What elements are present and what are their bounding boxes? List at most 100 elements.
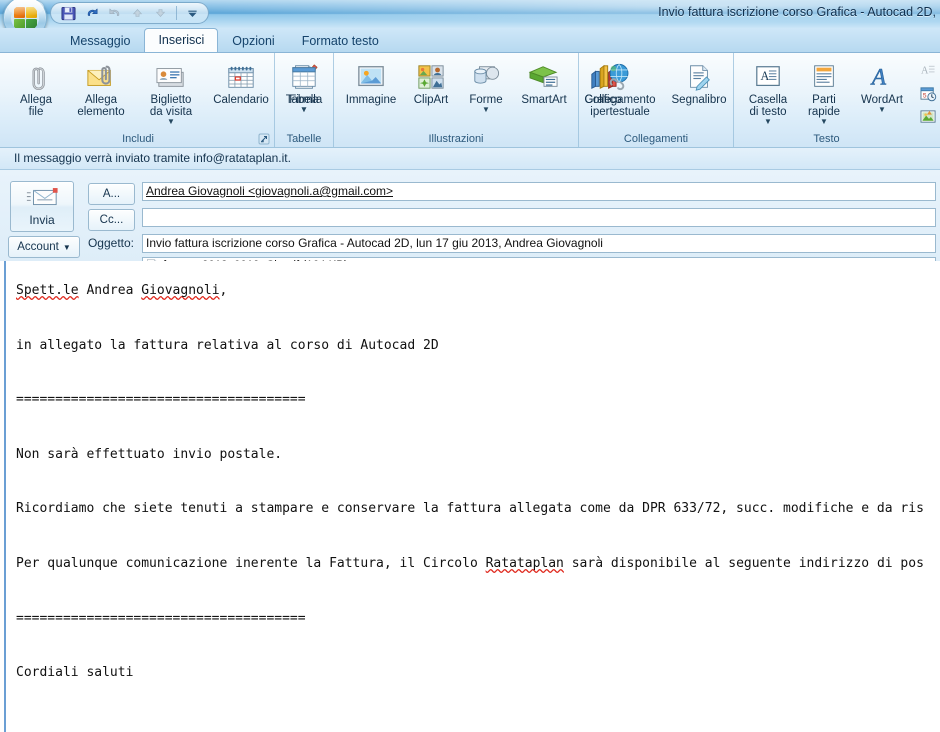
customize-qat-chevron-down-icon[interactable]: [183, 4, 202, 22]
window-title: Invio fattura iscrizione corso Grafica -…: [658, 5, 936, 19]
send-envelope-icon: [25, 187, 59, 211]
next-item-icon[interactable]: [151, 4, 170, 22]
button-allega-elemento[interactable]: Allega elemento: [65, 58, 137, 119]
button-tabella[interactable]: Tabella ▼: [275, 58, 333, 115]
tab-opzioni[interactable]: Opzioni: [219, 31, 287, 52]
undo-icon[interactable]: [82, 4, 101, 22]
to-input[interactable]: Andrea Giovagnoli <giovagnoli.a@gmail.co…: [142, 182, 936, 201]
account-button-label: Account: [17, 241, 59, 253]
chevron-down-icon[interactable]: ▼: [300, 106, 308, 114]
tab-messaggio[interactable]: Messaggio: [57, 31, 143, 52]
group-label-collegamenti: Collegamenti: [623, 133, 689, 145]
button-calendario[interactable]: Calendario: [205, 58, 277, 107]
testo-small-buttons: A Capolettera 5: [913, 58, 940, 128]
misspelled-word: Giovagnoli: [141, 283, 220, 298]
button-label: ClipArt: [413, 94, 449, 106]
object-insert-icon: [919, 108, 937, 125]
smartart-icon: [528, 61, 560, 93]
button-clipart[interactable]: ClipArt: [403, 58, 459, 107]
cc-input[interactable]: [142, 208, 936, 227]
ribbon-group-includi: Allega file Allega elemento Biglietto da…: [2, 53, 319, 147]
globe-link-icon: [605, 61, 635, 93]
button-label: Parti rapide: [808, 94, 840, 118]
chevron-down-icon[interactable]: ▼: [820, 118, 828, 126]
subject-input[interactable]: Invio fattura iscrizione corso Grafica -…: [142, 234, 936, 253]
button-oggetto[interactable]: Oggetto: [913, 105, 940, 128]
redo-icon[interactable]: [105, 4, 124, 22]
button-casella-di-testo[interactable]: A Casella di testo ▼: [739, 58, 797, 127]
button-segnalibro[interactable]: Segnalibro: [663, 58, 735, 107]
envelope-paperclip-icon: [85, 61, 117, 93]
button-smartart[interactable]: SmartArt: [513, 58, 575, 107]
ribbon-group-tabelle: Tabella ▼ Tabelle: [274, 53, 333, 147]
group-label-includi: Includi: [4, 131, 272, 147]
title-bar: Invio fattura iscrizione corso Grafica -…: [0, 0, 940, 28]
chevron-down-icon[interactable]: ▼: [482, 106, 490, 114]
body-line: in allegato la fattura relativa al corso…: [16, 337, 439, 353]
button-label: Biglietto da visita: [149, 94, 193, 118]
outlook-compose-window: Invio fattura iscrizione corso Grafica -…: [0, 0, 940, 732]
wordart-icon: A: [868, 61, 896, 93]
ribbon-group-illustrazioni: Immagine ClipArt Forme ▼ SmartArt Grafic…: [333, 53, 622, 147]
button-immagine[interactable]: Immagine: [339, 58, 403, 107]
dialog-launcher-includi[interactable]: [257, 132, 270, 145]
button-label: Allega file: [20, 94, 52, 118]
bookmark-page-icon: [684, 61, 714, 93]
clipart-icon: [417, 61, 445, 93]
body-accent-bar: [4, 261, 6, 732]
send-button-label: Invia: [29, 212, 55, 227]
body-line: Cordiali saluti: [16, 665, 134, 681]
svg-text:A: A: [921, 65, 929, 76]
group-label-testo: Testo: [813, 133, 840, 145]
group-label-illustrazioni: Illustrazioni: [428, 133, 484, 145]
to-value: Andrea Giovagnoli <giovagnoli.a@gmail.co…: [146, 184, 393, 198]
body-text[interactable]: Spett.le Andrea Giovagnoli, in allegato …: [16, 277, 940, 686]
chevron-down-icon[interactable]: ▼: [167, 118, 175, 126]
button-label: SmartArt: [521, 94, 567, 106]
business-card-icon: [155, 61, 187, 93]
tab-inserisci[interactable]: Inserisci: [144, 28, 219, 52]
chevron-down-icon[interactable]: ▼: [764, 118, 772, 126]
svg-text:A: A: [761, 69, 770, 83]
account-info-bar: Il messaggio verrà inviato tramite info@…: [0, 148, 940, 170]
svg-text:5: 5: [922, 92, 926, 99]
table-grid-icon: [290, 61, 318, 93]
button-collegamento-ipertestuale[interactable]: Collegamento ipertestuale: [577, 58, 663, 119]
svg-text:A: A: [870, 64, 887, 90]
calendar-icon: [226, 61, 256, 93]
button-allega-file[interactable]: Allega file: [7, 58, 65, 119]
paperclip-icon: [21, 61, 51, 93]
button-label: Casella di testo: [748, 94, 788, 118]
message-body[interactable]: Spett.le Andrea Giovagnoli, in allegato …: [0, 261, 940, 732]
previous-item-icon[interactable]: [128, 4, 147, 22]
button-forme[interactable]: Forme ▼: [459, 58, 513, 115]
button-label: Collegamento ipertestuale: [584, 94, 656, 118]
button-capolettera[interactable]: A Capolettera: [913, 59, 940, 82]
body-line: Non sarà effettuato invio postale.: [16, 446, 283, 462]
save-icon[interactable]: [59, 4, 78, 22]
office-button[interactable]: [3, 0, 47, 28]
text-box-icon: A: [754, 61, 782, 93]
date-time-icon: 5: [919, 85, 937, 102]
button-biglietto-da-visita[interactable]: Biglietto da visita ▼: [137, 58, 205, 127]
ribbon-tab-strip: Messaggio Inserisci Opzioni Formato test…: [0, 28, 940, 53]
button-parti-rapide[interactable]: Parti rapide ▼: [797, 58, 851, 127]
tab-formato-testo[interactable]: Formato testo: [289, 31, 392, 52]
button-data-e-ora[interactable]: 5 Data e ora: [913, 82, 940, 105]
group-label-tabelle: Tabelle: [286, 133, 322, 145]
cc-button[interactable]: Cc...: [88, 209, 135, 231]
to-button[interactable]: A...: [88, 183, 135, 205]
button-label: Segnalibro: [671, 94, 727, 106]
button-wordart[interactable]: A WordArt ▼: [851, 58, 913, 115]
chevron-down-icon: ▼: [62, 242, 71, 252]
body-line: =====================================: [16, 610, 306, 626]
quick-parts-icon: [810, 61, 838, 93]
ribbon-group-collegamenti: Collegamento ipertestuale Segnalibro Col…: [578, 53, 733, 147]
send-button[interactable]: Invia: [10, 181, 74, 232]
subject-label: Oggetto:: [87, 236, 134, 250]
quick-access-toolbar: [50, 2, 209, 24]
misspelled-word: Spett.le: [16, 283, 79, 298]
account-button[interactable]: Account ▼: [8, 236, 80, 258]
chevron-down-icon[interactable]: ▼: [878, 106, 886, 114]
ribbon: Allega file Allega elemento Biglietto da…: [0, 53, 940, 148]
